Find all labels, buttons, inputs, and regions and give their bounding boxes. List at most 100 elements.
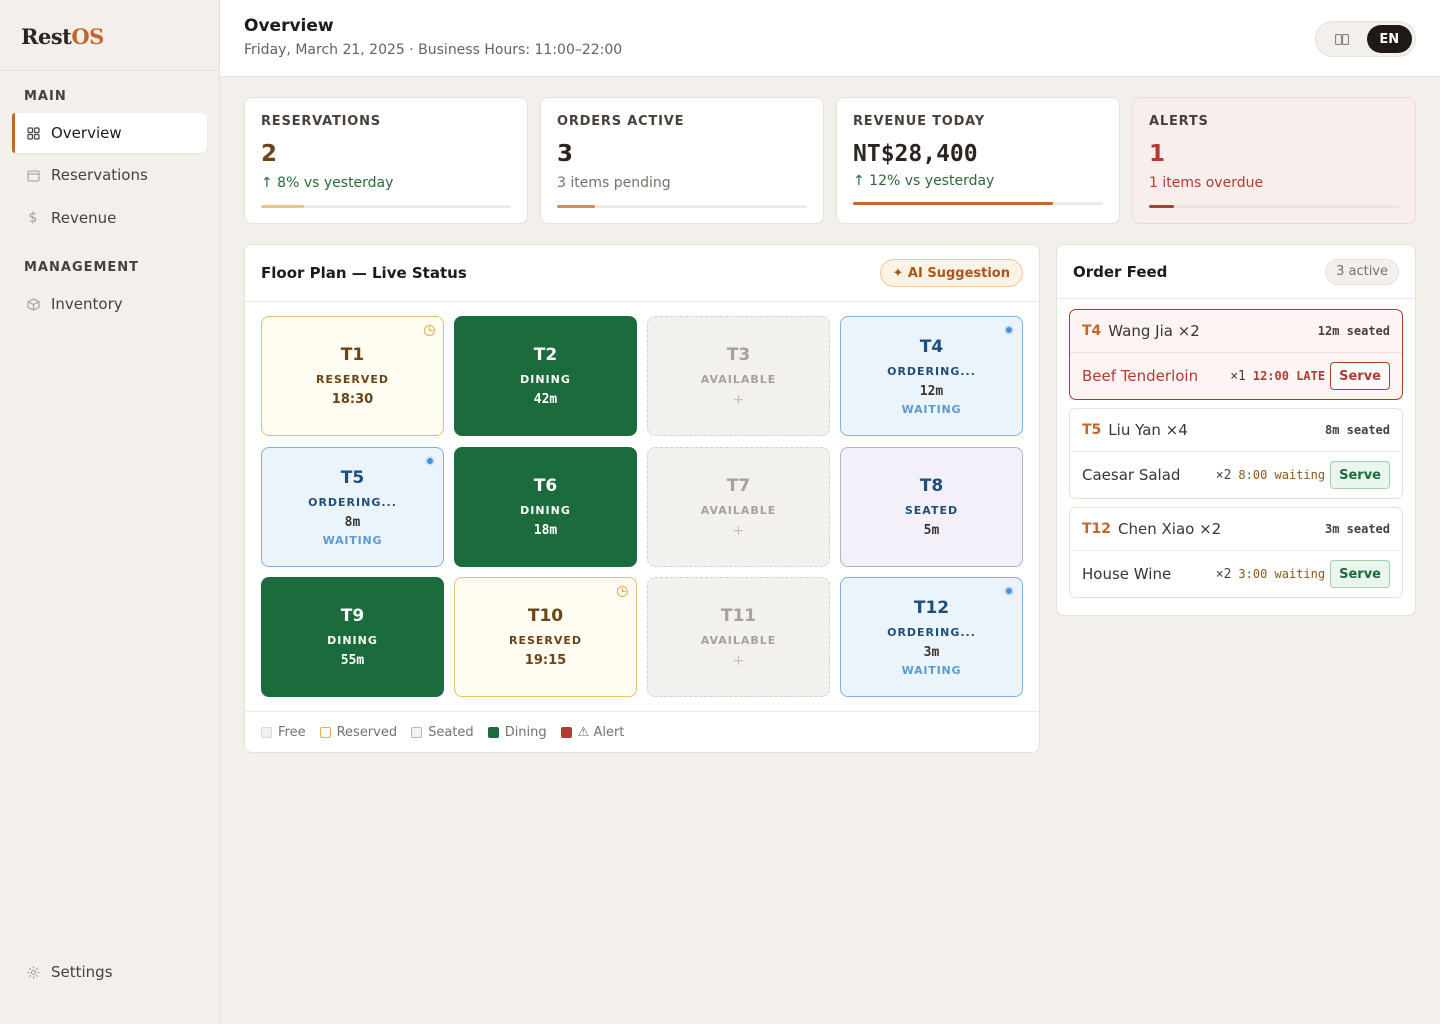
floor-plan-header: Floor Plan — Live Status ✦ AI Suggestion <box>245 245 1039 302</box>
table-card[interactable]: T10 RESERVED 19:15 <box>454 577 637 697</box>
table-card[interactable]: T6 DINING 18m <box>454 447 637 567</box>
order-feed-panel: Order Feed 3 active T4 Wang Jia ×2 12m s… <box>1056 244 1416 616</box>
clock-icon <box>617 586 628 597</box>
table-status: SEATED <box>904 504 959 517</box>
ai-suggestion-button[interactable]: ✦ AI Suggestion <box>879 259 1023 287</box>
table-card[interactable]: T1 RESERVED 18:30 <box>261 316 444 436</box>
stat-progress-bar <box>1149 205 1399 208</box>
table-name: T12 <box>913 597 950 618</box>
table-time: 18:30 <box>331 392 374 407</box>
order-card[interactable]: T4 Wang Jia ×2 12m seated Beef Tenderloi… <box>1069 309 1403 400</box>
stat-note: 1 items overdue <box>1149 175 1264 191</box>
page-title: Overview <box>244 16 334 36</box>
sidebar-item-revenue[interactable]: $ Revenue <box>12 198 207 238</box>
stat-label: REVENUE TODAY <box>853 114 986 129</box>
status-dot-icon <box>1004 325 1014 335</box>
sidebar-item-reservations[interactable]: Reservations <box>12 155 207 195</box>
table-name: T10 <box>527 606 564 626</box>
stat-progress-fill <box>1149 205 1174 208</box>
status-dot-icon <box>425 456 435 466</box>
order-count-badge: 3 active <box>1325 258 1399 285</box>
legend-swatch <box>487 726 499 738</box>
stat-value: NT$28,400 <box>853 141 978 167</box>
table-name: T9 <box>340 606 365 626</box>
order-guest: Wang Jia ×2 <box>1108 322 1200 340</box>
status-dot-icon <box>1004 586 1014 596</box>
stat-label: ORDERS ACTIVE <box>557 114 685 129</box>
table-card[interactable]: T12 ORDERING... 3m WAITING <box>840 577 1023 697</box>
order-item: House Wine <box>1082 565 1172 583</box>
serve-button[interactable]: Serve <box>1330 560 1390 588</box>
order-qty: ×2 <box>1215 467 1232 483</box>
table-card[interactable]: T8 SEATED 5m <box>840 447 1023 567</box>
table-status: AVAILABLE <box>700 633 777 647</box>
brand-logo[interactable]: RestOS <box>0 0 219 71</box>
table-status: RESERVED <box>315 373 390 386</box>
table-time: 3m <box>923 644 940 660</box>
dollar-icon: $ <box>28 210 38 226</box>
floor-legend: Free Reserved Seated Dining ⚠ Alert <box>245 711 1039 752</box>
serve-button[interactable]: Serve <box>1330 461 1390 489</box>
legend-swatch <box>560 726 572 738</box>
table-card[interactable]: T4 ORDERING... 12m WAITING <box>840 316 1023 436</box>
legend-swatch <box>319 726 331 738</box>
table-card[interactable]: T9 DINING 55m <box>261 577 444 697</box>
page-subtitle: Friday, March 21, 2025 · Business Hours:… <box>244 42 623 58</box>
legend-item-dining: Dining <box>487 725 547 740</box>
order-card[interactable]: T12 Chen Xiao ×2 3m seated House Wine ×2… <box>1069 507 1403 598</box>
legend-swatch <box>261 726 272 738</box>
stat-progress-bar <box>261 205 511 208</box>
lang-option-en[interactable]: EN <box>1366 25 1412 53</box>
stat-note: ↑ 8% vs yesterday <box>261 175 394 191</box>
sidebar-item-label: Revenue <box>51 209 117 227</box>
book-icon <box>1334 33 1349 45</box>
legend-item-seated: Seated <box>411 725 474 740</box>
calendar-icon <box>26 168 40 182</box>
stat-value: 2 <box>261 141 278 167</box>
table-name: T3 <box>726 344 751 365</box>
legend-item-alert: ⚠ Alert <box>560 725 624 740</box>
table-time: 42m <box>533 392 558 407</box>
table-name: T5 <box>340 467 365 488</box>
table-status: AVAILABLE <box>700 372 777 386</box>
stat-value: 1 <box>1149 141 1166 167</box>
stat-card-orders: ORDERS ACTIVE 3 3 items pending <box>540 97 824 224</box>
table-card[interactable]: T11 AVAILABLE + <box>647 577 830 697</box>
stat-card-reservations: RESERVATIONS 2 ↑ 8% vs yesterday <box>244 97 528 224</box>
table-name: T11 <box>720 605 757 626</box>
plus-icon: + <box>732 652 745 669</box>
serve-button[interactable]: Serve <box>1330 362 1390 390</box>
lang-option-zh[interactable] <box>1319 25 1365 53</box>
table-name: T8 <box>919 476 944 496</box>
table-status: ORDERING... <box>887 364 976 378</box>
sidebar-item-inventory[interactable]: Inventory <box>12 284 207 324</box>
table-status: DINING <box>520 504 571 517</box>
stat-value: 3 <box>557 141 574 167</box>
gear-icon <box>26 965 40 979</box>
sidebar-item-overview[interactable]: Overview <box>12 113 207 153</box>
order-table: T5 <box>1082 422 1102 438</box>
order-card[interactable]: T5 Liu Yan ×4 8m seated Caesar Salad ×2 … <box>1069 408 1403 499</box>
order-seated-time: 8m seated <box>1324 423 1390 437</box>
stat-progress-bar <box>557 205 807 208</box>
table-card[interactable]: T7 AVAILABLE + <box>647 447 830 567</box>
table-status: DINING <box>520 373 571 386</box>
order-item: Caesar Salad <box>1082 466 1181 484</box>
table-time: 5m <box>923 523 940 538</box>
stat-card-alerts[interactable]: ALERTS 1 1 items overdue <box>1132 97 1416 224</box>
stat-progress-fill <box>853 202 1053 205</box>
legend-swatch <box>411 726 423 738</box>
plus-icon: + <box>732 522 745 539</box>
table-card[interactable]: T2 DINING 42m <box>454 316 637 436</box>
sidebar-item-settings[interactable]: Settings <box>12 952 207 992</box>
stat-progress-fill <box>557 205 595 208</box>
stat-note: 3 items pending <box>557 175 671 191</box>
language-toggle[interactable]: EN <box>1315 21 1416 57</box>
order-table: T4 <box>1082 323 1102 339</box>
sidebar-item-label: Overview <box>51 124 122 142</box>
table-card[interactable]: T5 ORDERING... 8m WAITING <box>261 447 444 567</box>
order-item: Beef Tenderloin <box>1082 367 1199 385</box>
sidebar-item-label: Reservations <box>51 166 148 184</box>
table-status: AVAILABLE <box>700 503 777 517</box>
table-card[interactable]: T3 AVAILABLE + <box>647 316 830 436</box>
